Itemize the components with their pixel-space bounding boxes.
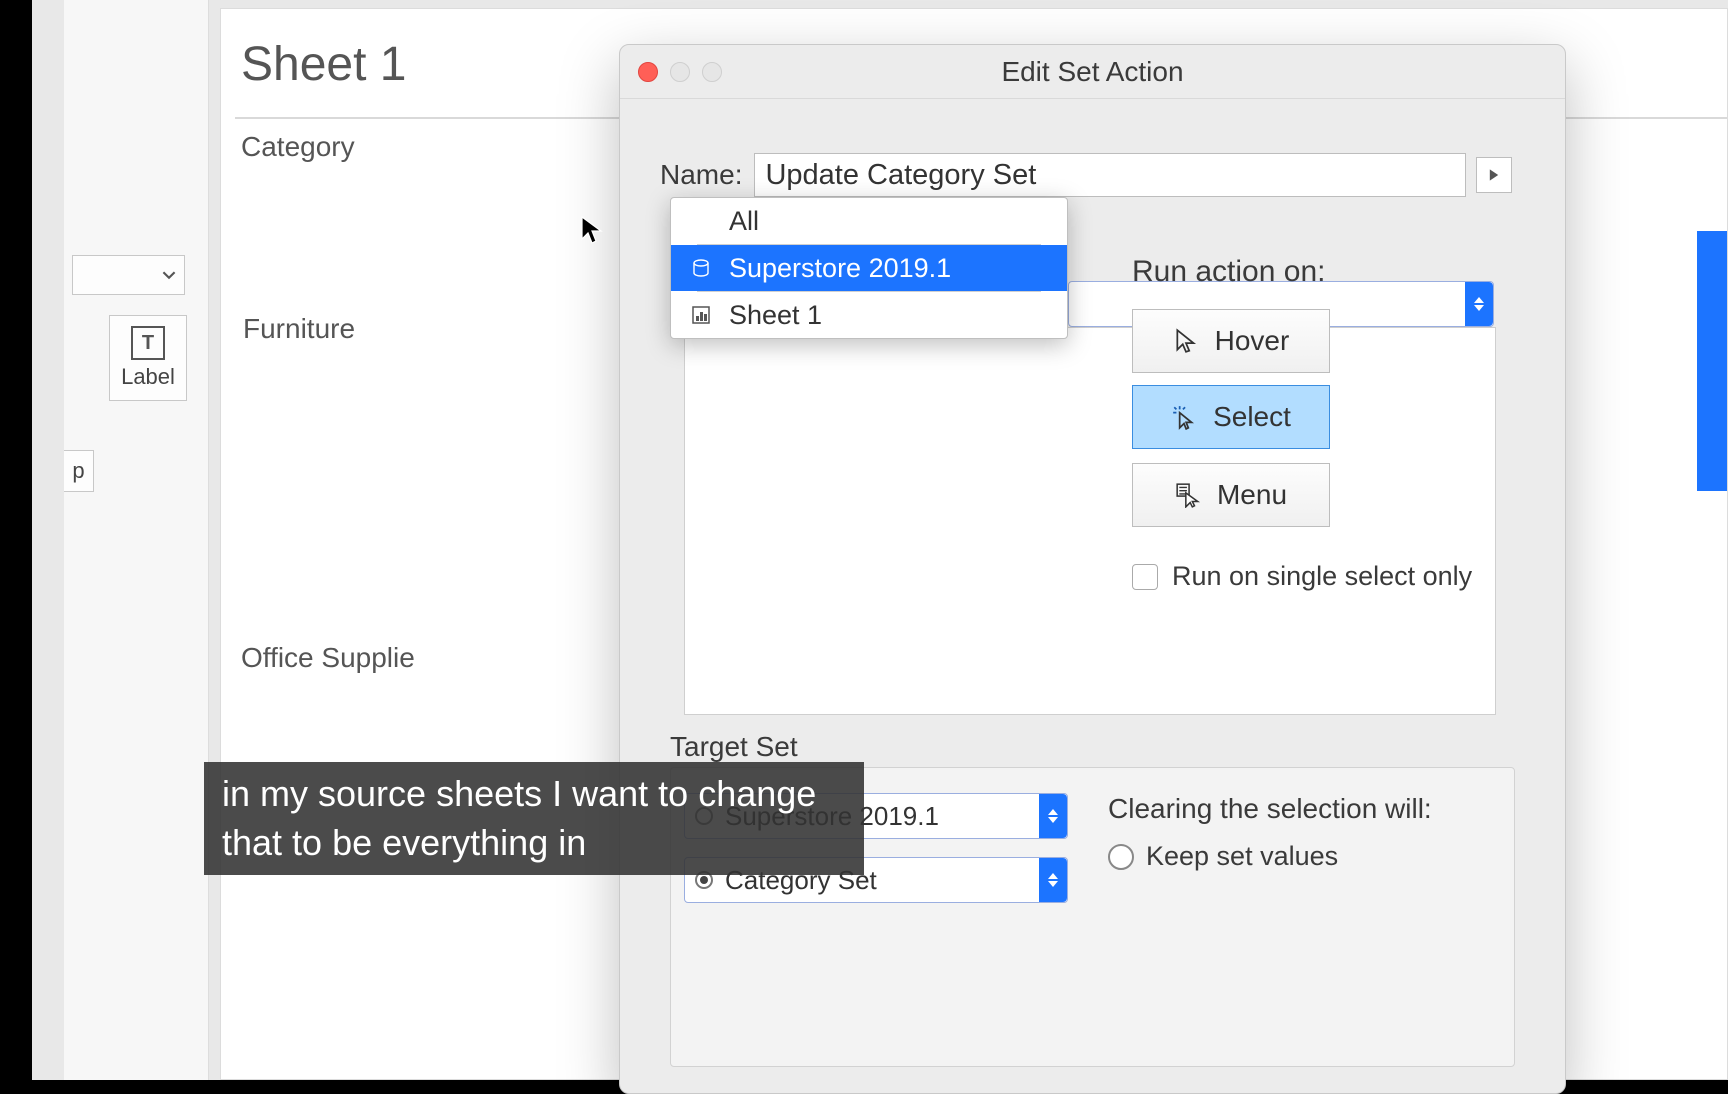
datasource-icon: [691, 258, 711, 278]
dropdown-item-label: Superstore 2019.1: [729, 253, 951, 284]
worksheet-area: Sheet 1 Category Furniture Office Suppli…: [220, 8, 1728, 1080]
clearing-option-keep[interactable]: Keep set values: [1108, 841, 1338, 872]
target-set-label: Target Set: [670, 731, 798, 763]
button-label: Hover: [1215, 325, 1290, 357]
radio-label: Keep set values: [1146, 841, 1338, 872]
radio-button[interactable]: [1108, 844, 1134, 870]
clearing-label: Clearing the selection will:: [1108, 793, 1432, 825]
worksheet-icon: [691, 305, 711, 325]
chevron-down-icon: [162, 268, 176, 282]
run-on-select-button[interactable]: Select: [1132, 385, 1330, 449]
single-select-checkbox[interactable]: [1132, 564, 1158, 590]
single-select-label: Run on single select only: [1172, 561, 1472, 592]
spinner-icon: [1039, 794, 1067, 838]
dropdown-item-all[interactable]: All: [671, 198, 1067, 244]
text-icon: T: [131, 326, 165, 360]
marks-label-card[interactable]: T Label: [109, 315, 187, 401]
name-row: Name:: [660, 153, 1512, 197]
bar-fragment: [1697, 231, 1727, 491]
single-select-row[interactable]: Run on single select only: [1132, 561, 1472, 592]
video-caption: in my source sheets I want to change tha…: [204, 762, 864, 875]
dialog-title: Edit Set Action: [620, 56, 1565, 88]
left-sidebar: [64, 0, 209, 1080]
cursor-menu-icon: [1175, 482, 1201, 508]
dialog-titlebar: Edit Set Action: [620, 45, 1565, 99]
insert-menu-button[interactable]: [1476, 157, 1512, 193]
marks-label-text: Label: [121, 364, 175, 390]
row-label-furniture: Furniture: [243, 313, 355, 345]
run-action-label: Run action on:: [1132, 255, 1325, 289]
source-dropdown-popup: All Superstore 2019.1 Sheet 1: [670, 197, 1068, 339]
spinner-icon: [1039, 858, 1067, 902]
sheet-title: Sheet 1: [241, 37, 406, 92]
left-fragment-p: p: [64, 450, 94, 492]
source-sheets-listbox[interactable]: [684, 327, 1496, 715]
action-name-input[interactable]: [754, 153, 1466, 197]
dropdown-item-sheet1[interactable]: Sheet 1: [671, 292, 1067, 338]
cursor-click-icon: [1171, 404, 1197, 430]
left-dropdown-fragment[interactable]: [72, 255, 185, 295]
button-label: Select: [1213, 401, 1291, 433]
dropdown-item-label: Sheet 1: [729, 300, 822, 331]
cursor-icon: [1173, 328, 1199, 354]
run-on-menu-button[interactable]: Menu: [1132, 463, 1330, 527]
name-label: Name:: [660, 159, 742, 191]
column-header-category: Category: [241, 131, 355, 163]
spinner-icon: [1465, 282, 1493, 326]
app-background: T Label p Sheet 1 Category Furniture Off…: [32, 0, 1728, 1080]
play-icon: [1487, 168, 1501, 182]
row-label-office-supplies: Office Supplie: [241, 642, 415, 674]
dropdown-item-superstore[interactable]: Superstore 2019.1: [671, 245, 1067, 291]
edit-set-action-dialog: Edit Set Action Name: All Superstore 201…: [619, 44, 1566, 1094]
button-label: Menu: [1217, 479, 1287, 511]
run-on-hover-button[interactable]: Hover: [1132, 309, 1330, 373]
